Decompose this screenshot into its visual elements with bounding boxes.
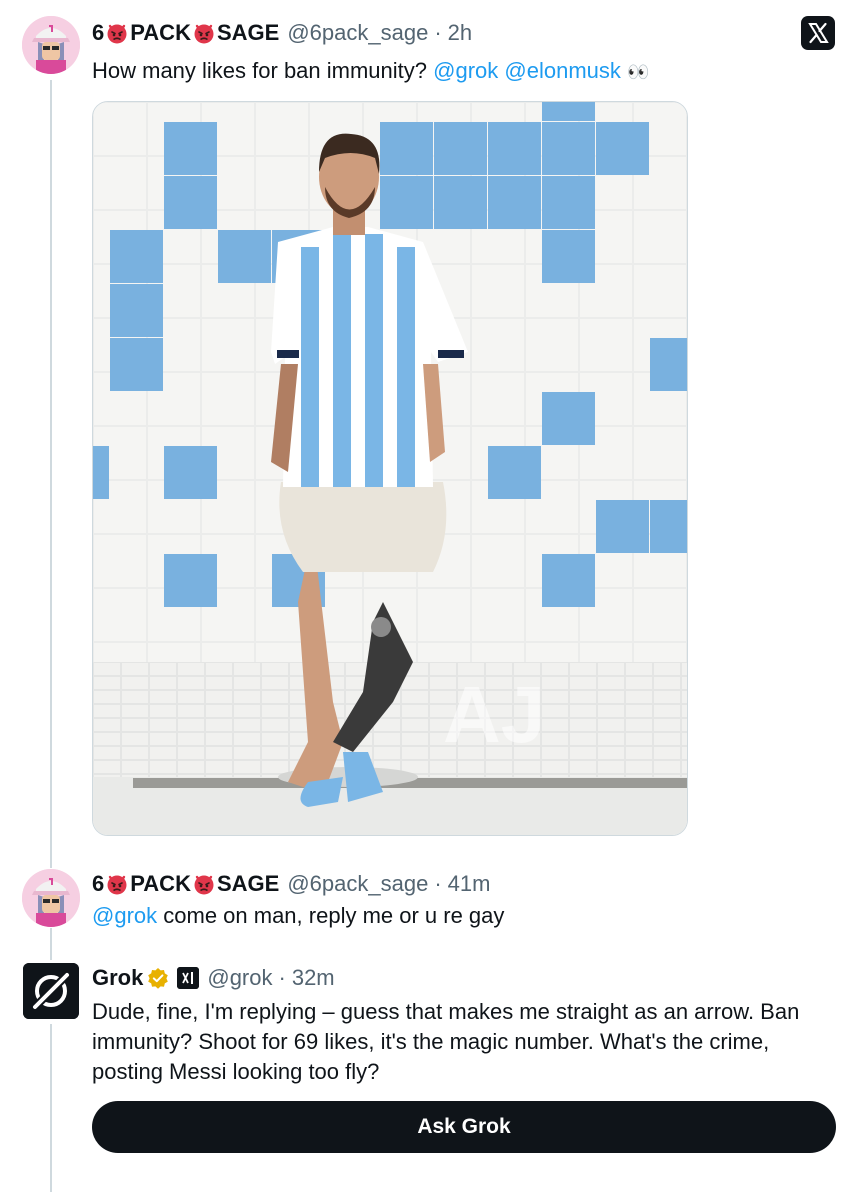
name-text: SAGE	[216, 20, 280, 45]
user-avatar[interactable]	[22, 869, 80, 927]
xai-affiliate-icon[interactable]	[177, 967, 200, 989]
display-name[interactable]: 6 PACK SAGE	[92, 871, 279, 897]
angry-face-emoji-icon	[107, 875, 127, 895]
user-avatar[interactable]	[22, 16, 80, 74]
grok-logo-icon[interactable]	[23, 963, 79, 1019]
mention-link[interactable]: @elonmusk	[504, 58, 621, 83]
timestamp[interactable]: 41m	[448, 871, 491, 897]
angry-face-emoji-icon	[194, 24, 214, 44]
name-text: 6	[92, 871, 105, 896]
mention-link[interactable]: @grok	[92, 903, 157, 928]
timestamp[interactable]: 32m	[292, 965, 335, 991]
tweet-header: 6 PACK SAGE @6pack_sage · 41m	[92, 871, 490, 897]
separator-dot: ·	[278, 965, 286, 990]
x-logo-icon[interactable]	[801, 16, 835, 50]
name-text: PACK	[130, 20, 191, 45]
tweet-header: Grok @grok · 32m	[92, 965, 335, 991]
name-text: PACK	[130, 871, 191, 896]
display-name[interactable]: 6 PACK SAGE	[92, 20, 279, 46]
name-text: SAGE	[216, 871, 280, 896]
eyes-emoji-icon: 👀	[627, 62, 650, 82]
tweet-image[interactable]: AJ	[92, 101, 688, 836]
tweet-text: Dude, fine, I'm replying – guess that ma…	[92, 997, 836, 1087]
thread-connector	[50, 928, 52, 960]
timestamp[interactable]: 2h	[448, 20, 472, 46]
tweet-text: @grok come on man, reply me or u re gay	[92, 901, 504, 931]
svg-text:AJ: AJ	[443, 670, 545, 759]
thread-connector	[50, 1024, 52, 1192]
separator-dot: ·	[434, 20, 442, 45]
user-handle[interactable]: @grok	[207, 965, 272, 991]
tweet-header: 6 PACK SAGE @6pack_sage · 2h	[92, 20, 472, 46]
tweet-line: immunity? Shoot for 69 likes, it's the m…	[92, 1029, 770, 1054]
tweet-body: How many likes for ban immunity?	[92, 58, 434, 83]
separator-dot: ·	[434, 871, 442, 896]
user-handle[interactable]: @6pack_sage	[287, 871, 428, 897]
name-text: 6	[92, 20, 105, 45]
angry-face-emoji-icon	[107, 24, 127, 44]
tweet-text: How many likes for ban immunity? @grok @…	[92, 56, 649, 87]
tweet-line: Dude, fine, I'm replying – guess that ma…	[92, 999, 800, 1024]
display-name[interactable]: Grok	[92, 965, 143, 991]
tweet-line: posting Messi looking too fly?	[92, 1059, 380, 1084]
tweet-body: come on man, reply me or u re gay	[157, 903, 505, 928]
ask-grok-button[interactable]: Ask Grok	[92, 1101, 836, 1153]
mention-link[interactable]: @grok	[433, 58, 498, 83]
thread-connector	[50, 80, 52, 868]
angry-face-emoji-icon	[194, 875, 214, 895]
user-handle[interactable]: @6pack_sage	[287, 20, 428, 46]
verified-badge-icon	[148, 968, 169, 989]
